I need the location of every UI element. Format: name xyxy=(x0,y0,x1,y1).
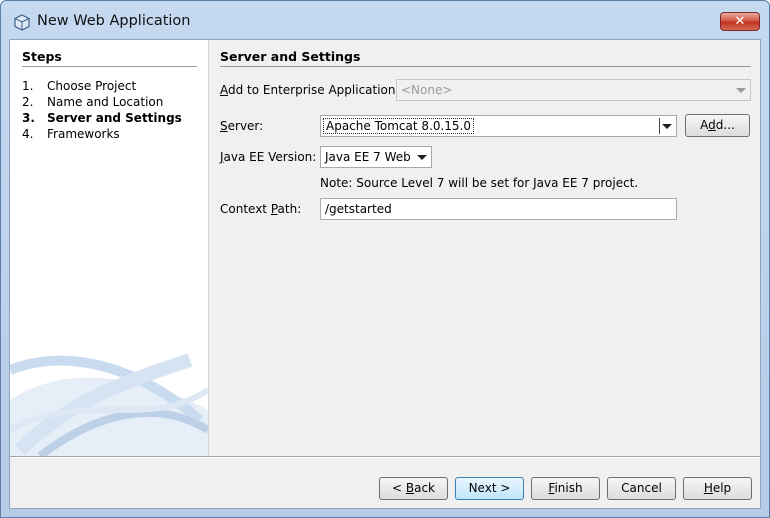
chevron-down-icon xyxy=(417,155,427,160)
settings-content: Server and Settings Add to Enterprise Ap… xyxy=(220,40,760,456)
enterprise-app-select[interactable]: <None> xyxy=(396,79,751,101)
enterprise-app-value: <None> xyxy=(401,83,453,97)
combo-separator xyxy=(659,118,660,134)
close-button[interactable]: ✕ xyxy=(720,12,760,31)
netbeans-cube-icon xyxy=(14,14,30,31)
step-item-frameworks: 4. Frameworks xyxy=(22,127,120,141)
javaee-version-label: Java EE Version: xyxy=(220,150,317,164)
context-path-input[interactable]: /getstarted xyxy=(320,198,677,220)
chevron-down-icon xyxy=(736,88,746,93)
finish-button[interactable]: Finish xyxy=(531,477,600,500)
server-label: Server: xyxy=(220,119,264,133)
step-item-server-settings: 3. Server and Settings xyxy=(22,111,182,125)
javaee-version-select[interactable]: Java EE 7 Web xyxy=(320,146,432,168)
steps-divider xyxy=(22,66,197,67)
javaee-version-value: Java EE 7 Web xyxy=(325,150,411,164)
server-select[interactable]: Apache Tomcat 8.0.15.0 xyxy=(320,115,677,137)
section-heading: Server and Settings xyxy=(220,49,361,64)
wizard-window: New Web Application ✕ Steps 1. Choose Pro… xyxy=(0,0,770,518)
source-level-note: Note: Source Level 7 will be set for Jav… xyxy=(320,176,639,190)
step-item-choose-project: 1. Choose Project xyxy=(22,79,137,93)
cancel-button[interactable]: Cancel xyxy=(607,477,676,500)
enterprise-app-label: Add to Enterprise Application: xyxy=(220,83,400,97)
section-divider xyxy=(220,66,751,67)
close-icon: ✕ xyxy=(734,14,746,29)
window-title: New Web Application xyxy=(37,13,191,29)
add-server-button[interactable]: Add... xyxy=(685,114,750,137)
chevron-down-icon xyxy=(662,124,672,129)
context-path-label: Context Path: xyxy=(220,202,302,216)
steps-list: 1. Choose Project 2. Name and Location 3. S… xyxy=(22,78,182,142)
next-button[interactable]: Next > xyxy=(455,477,524,500)
back-button[interactable]: < Back xyxy=(379,477,448,500)
steps-heading: Steps xyxy=(22,49,62,64)
steps-panel: Steps 1. Choose Project 2. Name and Locati… xyxy=(10,40,209,456)
title-bar[interactable]: New Web Application ✕ xyxy=(1,1,769,39)
server-value: Apache Tomcat 8.0.15.0 xyxy=(323,118,474,134)
decorative-swoosh-graphic xyxy=(10,353,208,456)
step-item-name-location: 2. Name and Location xyxy=(22,95,164,109)
help-button[interactable]: Help xyxy=(683,477,752,500)
button-bar-divider-highlight xyxy=(10,457,760,458)
wizard-body: Steps 1. Choose Project 2. Name and Locati… xyxy=(9,39,761,509)
